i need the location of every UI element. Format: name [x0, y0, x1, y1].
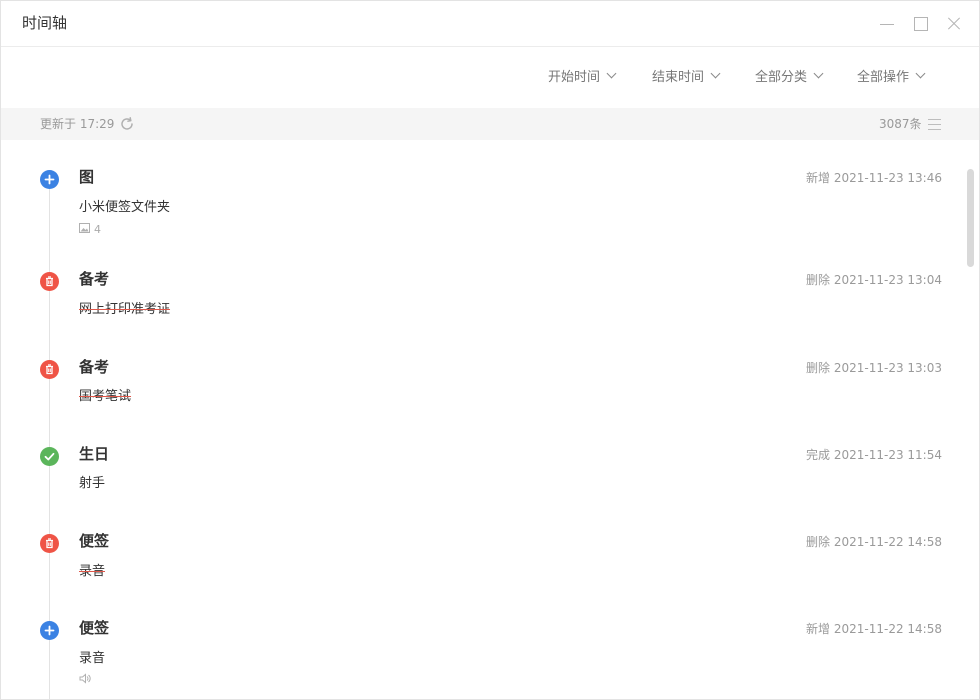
updated-time: 更新于 17:29	[40, 117, 115, 131]
audio-icon	[79, 673, 91, 688]
item-meta: 删除 2021-11-23 13:04	[806, 272, 942, 288]
item-action: 完成	[806, 448, 831, 462]
minimize-icon[interactable]	[878, 15, 896, 33]
item-category: 图	[79, 168, 95, 186]
item-action: 删除	[806, 273, 831, 287]
item-content: 录音	[79, 651, 106, 666]
item-category: 便签	[79, 619, 110, 637]
item-category: 备考	[79, 270, 110, 288]
item-attachment	[79, 673, 95, 688]
start-time-filter[interactable]: 开始时间	[548, 68, 617, 87]
operation-filter[interactable]: 全部操作	[857, 68, 926, 87]
image-icon	[79, 223, 90, 237]
item-action: 新增	[806, 622, 831, 636]
item-action: 删除	[806, 361, 831, 375]
chevron-down-icon	[606, 68, 617, 79]
timeline-window: 时间轴 开始时间 结束时间 全部分类 全部操作 更新于 17:29 3087条	[0, 0, 980, 700]
start-time-label: 开始时间	[548, 70, 601, 85]
status-bar: 更新于 17:29 3087条	[1, 108, 979, 140]
item-category: 备考	[79, 358, 110, 376]
close-icon[interactable]	[945, 15, 963, 33]
item-meta: 删除 2021-11-22 14:58	[806, 534, 942, 550]
item-content: 小米便签文件夹	[79, 200, 171, 215]
chevron-down-icon	[710, 68, 721, 79]
item-meta: 完成 2021-11-23 11:54	[806, 447, 942, 463]
record-count: 3087条	[879, 117, 922, 131]
item-time: 2021-11-23 13:46	[833, 171, 942, 185]
add-icon	[40, 170, 59, 189]
title-bar: 时间轴	[1, 1, 979, 47]
chevron-down-icon	[813, 68, 824, 79]
item-time: 2021-11-22 14:58	[833, 622, 942, 636]
category-label: 全部分类	[755, 70, 808, 85]
end-time-label: 结束时间	[652, 70, 705, 85]
refresh-icon[interactable]	[119, 116, 135, 132]
chevron-down-icon	[915, 68, 926, 79]
item-meta: 新增 2021-11-23 13:46	[806, 170, 942, 186]
item-category: 生日	[79, 445, 110, 463]
item-attachment: 4	[79, 223, 101, 237]
item-time: 2021-11-23 13:03	[833, 361, 942, 375]
maximize-icon[interactable]	[912, 15, 930, 33]
item-content: 国考笔试	[79, 389, 132, 404]
window-title: 时间轴	[22, 14, 68, 32]
item-action: 新增	[806, 171, 831, 185]
add-icon	[40, 621, 59, 640]
item-time: 2021-11-22 14:58	[833, 535, 942, 549]
item-content: 录音	[79, 564, 106, 579]
timeline-list: 图 新增 2021-11-23 13:46 小米便签文件夹 4 备考 删除 20…	[1, 140, 979, 699]
list-menu-icon[interactable]	[928, 117, 942, 131]
category-filter[interactable]: 全部分类	[755, 68, 824, 87]
attachment-count: 4	[94, 223, 101, 236]
check-icon	[40, 447, 59, 466]
item-meta: 删除 2021-11-23 13:03	[806, 360, 942, 376]
item-meta: 新增 2021-11-22 14:58	[806, 621, 942, 637]
operation-label: 全部操作	[857, 70, 910, 85]
scrollbar-thumb[interactable]	[967, 169, 974, 267]
end-time-filter[interactable]: 结束时间	[652, 68, 721, 87]
delete-icon	[40, 360, 59, 379]
item-time: 2021-11-23 13:04	[833, 273, 942, 287]
filter-bar: 开始时间 结束时间 全部分类 全部操作	[1, 48, 979, 108]
delete-icon	[40, 272, 59, 291]
item-action: 删除	[806, 535, 831, 549]
item-category: 便签	[79, 532, 110, 550]
delete-icon	[40, 534, 59, 553]
item-time: 2021-11-23 11:54	[833, 448, 942, 462]
item-content: 射手	[79, 476, 106, 491]
item-content: 网上打印准考证	[79, 302, 171, 317]
